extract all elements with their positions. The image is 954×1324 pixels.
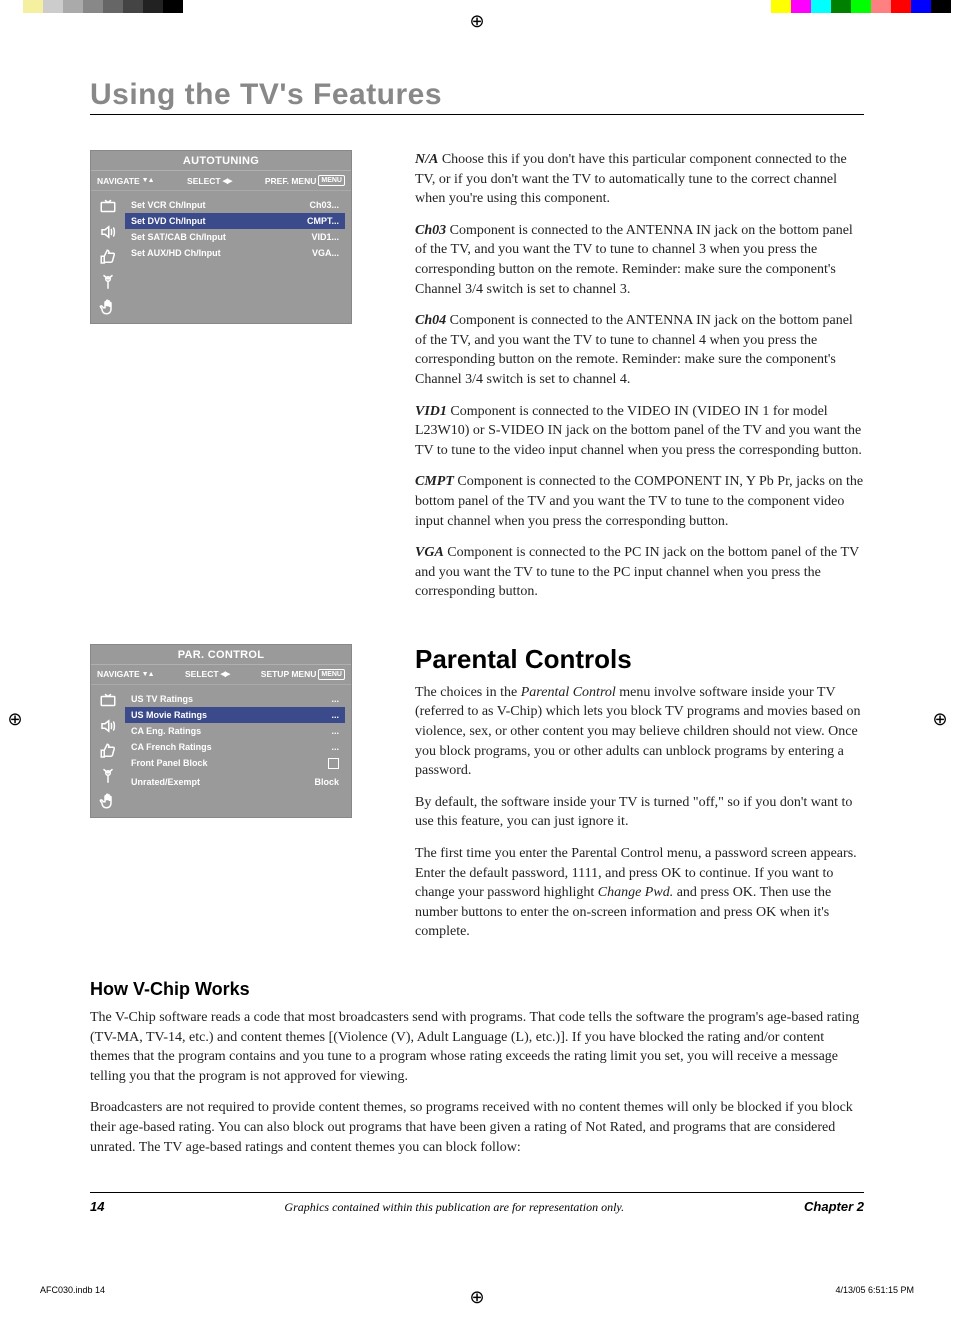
thumbsup-icon — [98, 247, 118, 267]
def-ch03: Ch03 Component is connected to the ANTEN… — [415, 221, 864, 299]
tv-icon — [98, 691, 118, 711]
tv-icon — [98, 197, 118, 217]
page-number: 14 — [90, 1199, 104, 1214]
heading-vchip: How V-Chip Works — [90, 979, 864, 1000]
antenna-icon — [98, 272, 118, 292]
osd-row: CA French Ratings... — [125, 739, 345, 755]
osd-row: Set AUX/HD Ch/InputVGA... — [125, 245, 345, 261]
section-title: Using the TV's Features — [90, 78, 864, 115]
antenna-icon — [98, 766, 118, 786]
thumbsup-icon — [98, 741, 118, 761]
def-ch04: Ch04 Component is connected to the ANTEN… — [415, 311, 864, 389]
page-footer: 14 Graphics contained within this public… — [90, 1192, 864, 1215]
speaker-icon — [98, 716, 118, 736]
chapter-label: Chapter 2 — [804, 1199, 864, 1214]
hand-icon — [98, 791, 118, 811]
def-cmpt: CMPT Component is connected to the COMPO… — [415, 472, 864, 531]
vchip-p1: The V-Chip software reads a code that mo… — [90, 1008, 864, 1086]
osd-title: AUTOTUNING — [91, 151, 351, 171]
def-vga: VGA Component is connected to the PC IN … — [415, 543, 864, 602]
footer-note: Graphics contained within this publicati… — [104, 1200, 804, 1215]
def-na: N/A Choose this if you don't have this p… — [415, 150, 864, 209]
osd-hint-bar: NAVIGATE SELECT PREF. MENU MENU — [91, 171, 351, 191]
osd-hint-bar: NAVIGATE SELECT SETUP MENU MENU — [91, 665, 351, 685]
osd-row: Set DVD Ch/InputCMPT... — [125, 213, 345, 229]
parental-p3: The first time you enter the Parental Co… — [415, 844, 864, 942]
osd-row: CA Eng. Ratings... — [125, 723, 345, 739]
crop-date: 4/13/05 6:51:15 PM — [835, 1285, 914, 1295]
parental-p1: The choices in the Parental Control menu… — [415, 683, 864, 781]
osd-icon-rail — [97, 691, 119, 811]
registration-mark-bottom: ⊕ — [467, 1288, 487, 1308]
osd-parental: PAR. CONTROL NAVIGATE SELECT SETUP MENU … — [90, 644, 352, 818]
osd-title: PAR. CONTROL — [91, 645, 351, 665]
def-vid1: VID1 Component is connected to the VIDEO… — [415, 402, 864, 461]
speaker-icon — [98, 222, 118, 242]
vchip-p2: Broadcasters are not required to provide… — [90, 1098, 864, 1157]
osd-row: Set SAT/CAB Ch/InputVID1... — [125, 229, 345, 245]
osd-row: US TV Ratings... — [125, 691, 345, 707]
crop-file: AFC030.indb 14 — [40, 1285, 105, 1295]
osd-row: US Movie Ratings... — [125, 707, 345, 723]
osd-row: Unrated/ExemptBlock — [125, 774, 345, 790]
hand-icon — [98, 297, 118, 317]
heading-parental-controls: Parental Controls — [415, 644, 864, 675]
osd-row: Set VCR Ch/InputCh03... — [125, 197, 345, 213]
osd-row: Front Panel Block — [125, 755, 345, 774]
parental-p2: By default, the software inside your TV … — [415, 793, 864, 832]
osd-icon-rail — [97, 197, 119, 317]
osd-autotuning: AUTOTUNING NAVIGATE SELECT PREF. MENU ME… — [90, 150, 352, 324]
